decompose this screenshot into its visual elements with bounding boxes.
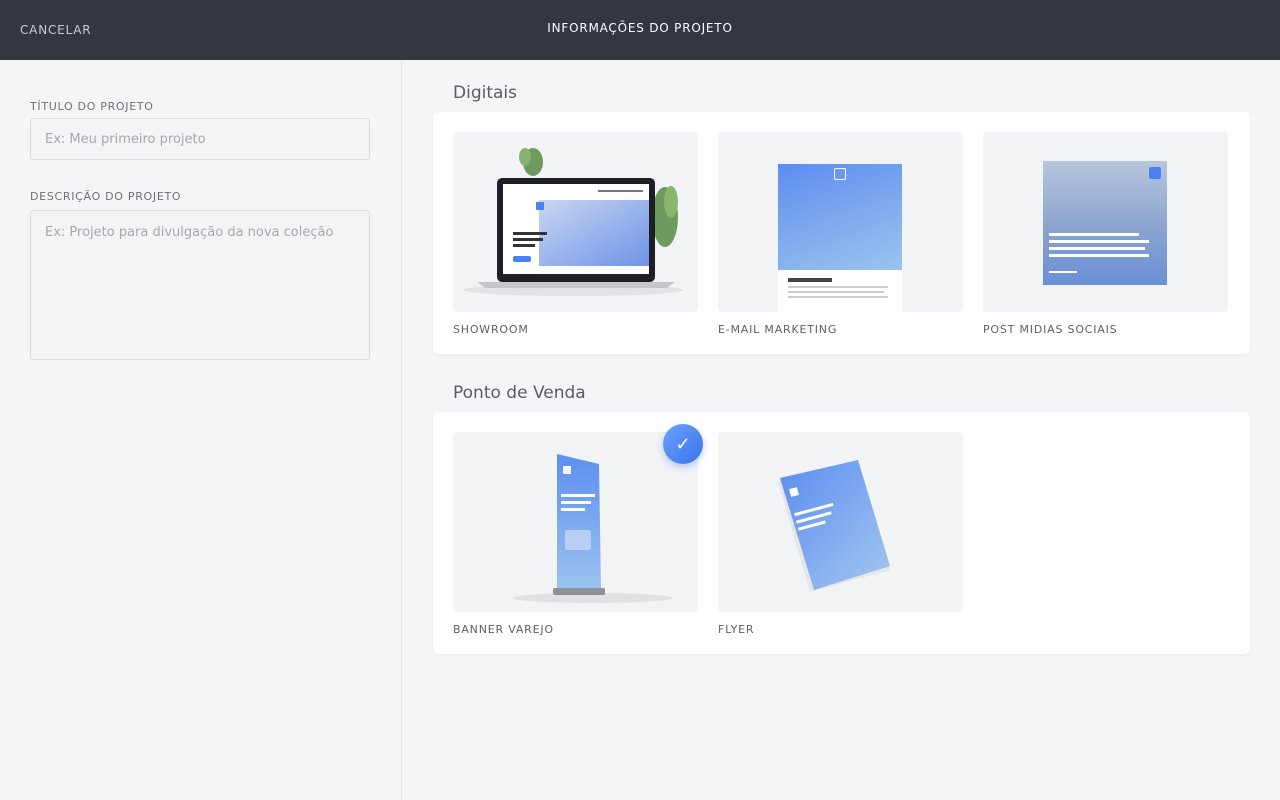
template-label-showroom: SHOWROOM xyxy=(453,323,529,336)
flyer-mockup-image xyxy=(778,460,890,592)
template-label-post-midias-sociais: POST MIDIAS SOCIAIS xyxy=(983,323,1118,336)
top-bar: CANCELAR INFORMAÇÕES DO PROJETO xyxy=(0,0,1280,60)
flyer-thumbnail xyxy=(718,432,963,612)
roll-up-banner-image xyxy=(513,454,673,603)
selected-check-icon: ✓ xyxy=(663,424,703,464)
project-title-label: TÍTULO DO PROJETO xyxy=(30,100,154,113)
template-card-banner-varejo[interactable]: BANNER VAREJO xyxy=(453,432,698,636)
logo-icon xyxy=(834,168,846,180)
page-title: INFORMAÇÕES DO PROJETO xyxy=(547,21,733,35)
project-description-label: DESCRIÇÃO DO PROJETO xyxy=(30,190,182,203)
email-body xyxy=(778,270,902,312)
laptop-mockup-image xyxy=(463,148,683,296)
section-title-ponto-de-venda: Ponto de Venda xyxy=(453,383,586,403)
template-card-flyer[interactable]: FLYER xyxy=(718,432,963,636)
template-card-showroom[interactable]: SHOWROOM xyxy=(453,132,698,336)
template-catalog: Digitais SHOWROOM E-MAIL MARKETING POST … xyxy=(402,60,1280,800)
social-post-image xyxy=(1043,161,1167,285)
template-label-flyer: FLYER xyxy=(718,623,755,636)
email-marketing-thumbnail xyxy=(718,132,963,312)
template-card-post-midias-sociais[interactable]: POST MIDIAS SOCIAIS xyxy=(983,132,1228,336)
banner-varejo-thumbnail xyxy=(453,432,698,612)
section-panel-ponto-de-venda: BANNER VAREJO ✓ FLYER xyxy=(433,412,1250,654)
project-title-input[interactable] xyxy=(30,118,370,160)
project-description-textarea[interactable] xyxy=(30,210,370,360)
post-midias-sociais-thumbnail xyxy=(983,132,1228,312)
section-panel-digitais: SHOWROOM E-MAIL MARKETING POST MIDIAS SO… xyxy=(433,112,1250,354)
template-label-banner-varejo: BANNER VAREJO xyxy=(453,623,554,636)
template-label-email-marketing: E-MAIL MARKETING xyxy=(718,323,838,336)
project-form-panel: TÍTULO DO PROJETO DESCRIÇÃO DO PROJETO xyxy=(0,60,402,800)
logo-icon xyxy=(1149,167,1161,179)
showroom-thumbnail xyxy=(453,132,698,312)
template-card-email-marketing[interactable]: E-MAIL MARKETING xyxy=(718,132,963,336)
section-title-digitais: Digitais xyxy=(453,83,517,103)
